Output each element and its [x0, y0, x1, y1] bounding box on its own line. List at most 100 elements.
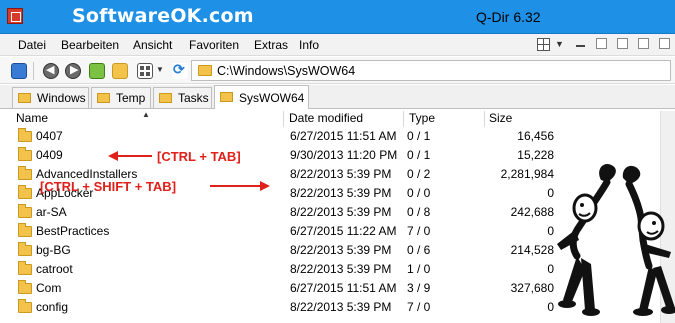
folder-icon — [220, 92, 233, 102]
app-icon[interactable] — [7, 8, 23, 24]
item-type: 0 / 1 — [407, 148, 431, 162]
brand-watermark: SoftwareOK.com — [72, 5, 254, 27]
column-size[interactable]: Size — [485, 111, 575, 127]
folder-icon — [18, 147, 32, 161]
tab-label: Tasks — [178, 91, 209, 105]
tab-temp[interactable]: Temp — [91, 87, 151, 108]
annotation-ctrl-shift-tab: [CTRL + SHIFT + TAB] — [40, 179, 177, 194]
item-type: 0 / 0 — [407, 186, 431, 200]
item-size: 0 — [547, 300, 554, 314]
tab-label: SysWOW64 — [239, 91, 305, 105]
folder-icon — [18, 299, 32, 313]
item-name: 0409 — [36, 148, 63, 162]
layout-icon[interactable] — [537, 38, 550, 51]
address-text[interactable]: C:\Windows\SysWOW64 — [217, 64, 355, 78]
folder-icon — [18, 242, 32, 256]
panel-icon[interactable] — [11, 63, 27, 79]
item-size: 242,688 — [510, 205, 554, 219]
window-title: Q-Dir 6.32 — [476, 9, 541, 25]
item-date: 8/22/2013 5:39 PM — [290, 167, 392, 181]
tab-label: Windows — [37, 91, 86, 105]
item-name: ar-SA — [36, 205, 67, 219]
extra-icon[interactable] — [596, 38, 607, 49]
title-bar: SoftwareOK.com Q-Dir 6.32 — [0, 0, 675, 34]
extra-icon-2[interactable] — [617, 38, 628, 49]
item-date: 8/22/2013 5:39 PM — [290, 186, 392, 200]
item-date: 6/27/2015 11:51 AM — [290, 129, 397, 143]
folder-icon — [18, 166, 32, 180]
item-size: 16,456 — [517, 129, 554, 143]
item-type: 0 / 1 — [407, 129, 431, 143]
item-size: 0 — [547, 224, 554, 238]
item-size: 0 — [547, 262, 554, 276]
high-five-illustration — [557, 163, 675, 316]
item-date: 6/27/2015 11:51 AM — [290, 281, 397, 295]
view-mode-icon[interactable] — [137, 63, 153, 79]
column-type[interactable]: Type — [405, 111, 485, 127]
folder-icon — [18, 128, 32, 142]
new-folder-icon[interactable] — [112, 63, 128, 79]
folder-icon — [18, 261, 32, 275]
item-date: 6/27/2015 11:22 AM — [290, 224, 397, 238]
column-date-modified[interactable]: Date modified — [285, 111, 404, 127]
minimize-doc-icon[interactable] — [576, 45, 585, 47]
tab-bar: Windows Temp Tasks SysWOW64 — [0, 85, 675, 109]
item-name: 0407 — [36, 129, 63, 143]
folder-icon — [159, 93, 172, 103]
item-name: config — [36, 300, 69, 314]
menu-favoriten[interactable]: Favoriten — [189, 38, 239, 52]
folder-icon — [18, 204, 32, 218]
up-folder-icon[interactable] — [89, 63, 105, 79]
menu-extras[interactable]: Extras — [254, 38, 288, 52]
toolbar-separator — [33, 62, 34, 80]
layout-dropdown-icon[interactable]: ▼ — [555, 39, 564, 49]
item-type: 1 / 0 — [407, 262, 431, 276]
item-type: 0 / 8 — [407, 205, 431, 219]
folder-icon — [18, 223, 32, 237]
sort-ascending-icon: ▲ — [142, 110, 150, 119]
item-size: 0 — [547, 186, 554, 200]
tab-windows[interactable]: Windows — [12, 87, 89, 108]
forward-icon[interactable]: ▶ — [65, 63, 81, 79]
item-date: 9/30/2013 11:20 PM — [290, 148, 398, 162]
refresh-icon[interactable]: ⟳ — [172, 61, 188, 79]
item-date: 8/22/2013 5:39 PM — [290, 300, 392, 314]
folder-icon — [18, 93, 31, 103]
item-date: 8/22/2013 5:39 PM — [290, 262, 392, 276]
item-name: BestPractices — [36, 224, 110, 238]
item-type: 3 / 9 — [407, 281, 431, 295]
menu-bar: Datei Bearbeiten Ansicht Favoriten Extra… — [0, 34, 675, 56]
item-size: 15,228 — [517, 148, 554, 162]
item-type: 0 / 2 — [407, 167, 431, 181]
extra-icon-3[interactable] — [638, 38, 649, 49]
back-icon[interactable]: ◀ — [43, 63, 59, 79]
item-name: catroot — [36, 262, 73, 276]
item-type: 0 / 6 — [407, 243, 431, 257]
item-date: 8/22/2013 5:39 PM — [290, 205, 392, 219]
folder-icon — [198, 65, 212, 76]
arrow-right-icon — [210, 181, 270, 191]
folder-icon — [97, 93, 110, 103]
menu-datei[interactable]: Datei — [18, 38, 46, 52]
folder-icon — [18, 280, 32, 294]
item-size: 327,680 — [510, 281, 554, 295]
menu-bearbeiten[interactable]: Bearbeiten — [61, 38, 119, 52]
tab-syswow64[interactable]: SysWOW64 — [214, 85, 309, 109]
arrow-left-icon — [108, 151, 152, 161]
extra-icon-4[interactable] — [659, 38, 670, 49]
item-name: bg-BG — [36, 243, 71, 257]
item-size: 2,281,984 — [500, 167, 554, 181]
item-type: 7 / 0 — [407, 224, 431, 238]
item-type: 7 / 0 — [407, 300, 431, 314]
tab-label: Temp — [116, 91, 146, 105]
list-item[interactable]: 0407 6/27/2015 11:51 AM 0 / 1 16,456 — [0, 127, 675, 146]
annotation-ctrl-tab: [CTRL + TAB] — [157, 149, 241, 164]
folder-icon — [18, 185, 32, 199]
item-date: 8/22/2013 5:39 PM — [290, 243, 392, 257]
menu-ansicht[interactable]: Ansicht — [133, 38, 172, 52]
column-header-row: Name Date modified Type Size — [12, 111, 675, 127]
tab-tasks[interactable]: Tasks — [153, 87, 212, 108]
address-bar[interactable]: C:\Windows\SysWOW64 — [191, 60, 671, 81]
view-dropdown-icon[interactable]: ▼ — [156, 65, 164, 74]
menu-info[interactable]: Info — [299, 38, 319, 52]
